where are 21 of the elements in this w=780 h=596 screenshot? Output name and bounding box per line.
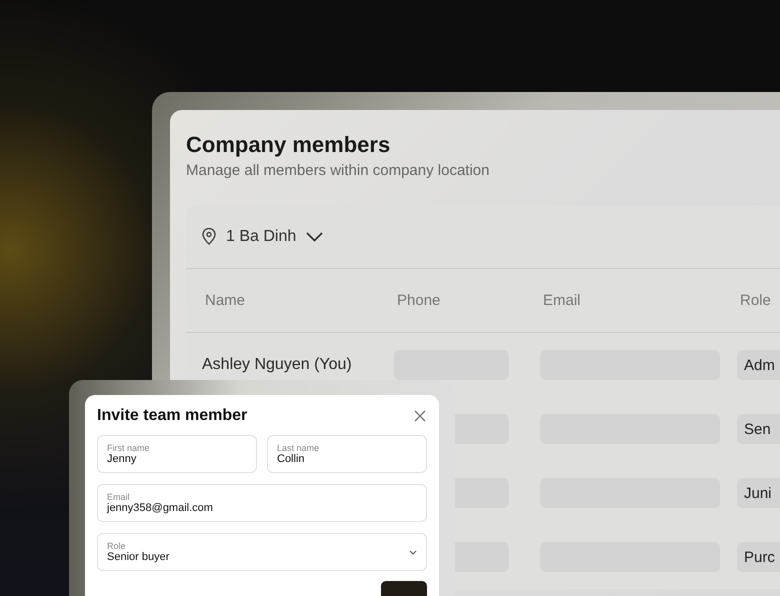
text-field[interactable]: First name Jenny [97,435,257,473]
page-title: Company members [186,132,392,158]
select-field[interactable]: Role Senior buyer [97,533,427,571]
text-field[interactable]: Last name Collin [267,435,427,473]
role-badge: Sen [737,414,780,444]
page-subtitle: Manage all members within company location [186,162,490,179]
column-header: Email [542,292,582,309]
column-header: Name [204,292,246,309]
dialog-title: Invite team member [97,407,248,425]
close-icon[interactable] [413,409,427,423]
location-dropdown[interactable]: 1 Ba Dinh [186,205,780,269]
role-badge: Purc [737,542,780,572]
chevron-down-icon [306,232,324,242]
column-header: Phone [396,292,442,309]
role-badge: Juni [737,478,780,508]
chevron-down-icon [409,550,417,554]
member-name: Ashley Nguyen (You) [202,356,352,373]
role-badge: Adm [737,350,780,380]
text-field[interactable]: Email jenny358@gmail.com [97,484,427,522]
column-header: Role [739,292,772,309]
location-pin-icon [202,228,216,245]
